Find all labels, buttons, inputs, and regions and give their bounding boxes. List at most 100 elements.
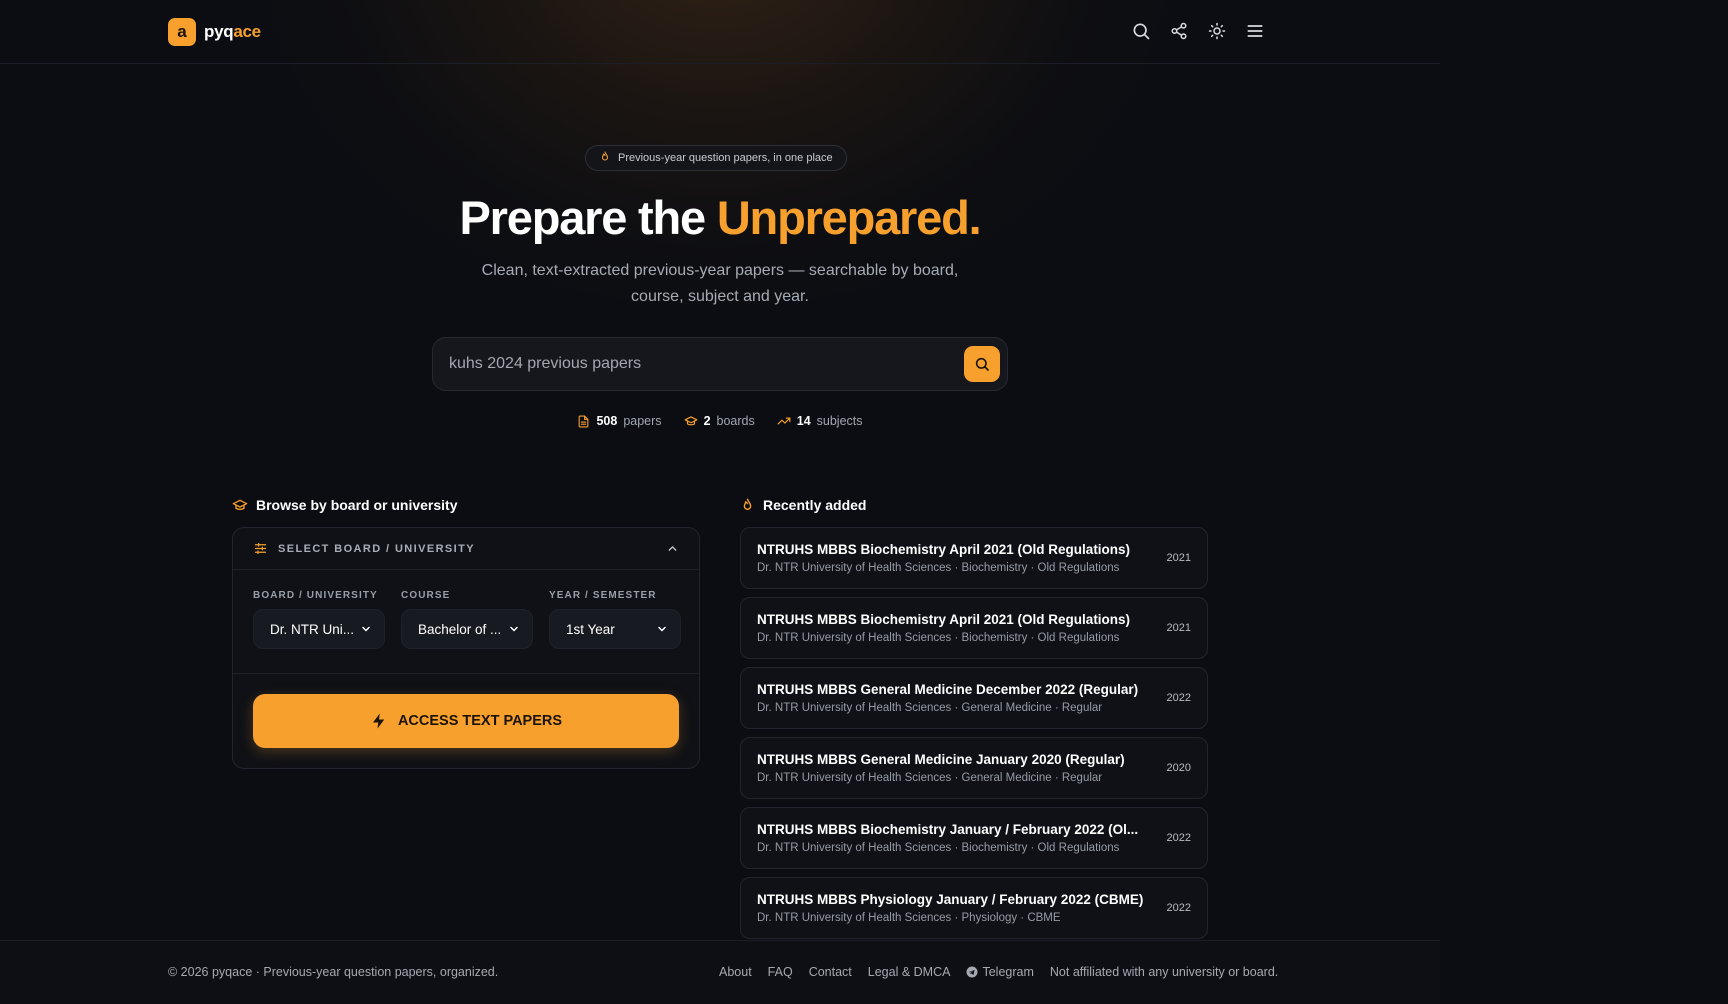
panel-toggle[interactable]: SELECT BOARD / UNIVERSITY <box>233 528 699 570</box>
recent-item-subtitle: Dr. NTR University of Health Sciences · … <box>757 842 1120 854</box>
access-text-papers-button[interactable]: ACCESS TEXT PAPERS <box>253 694 679 748</box>
recent-item-year: 2021 <box>1166 622 1191 634</box>
footer-link-about[interactable]: About <box>719 965 752 979</box>
recent-item[interactable]: NTRUHS MBBS Physiology January / Februar… <box>740 877 1208 939</box>
recent-item-subtitle: Dr. NTR University of Health Sciences · … <box>757 912 1061 924</box>
board-label: BOARD / UNIVERSITY <box>253 590 378 601</box>
stat-subjects: 14 subjects <box>777 414 863 428</box>
document-icon <box>577 415 590 428</box>
share-icon[interactable] <box>1168 20 1190 42</box>
stat-papers: 508 papers <box>577 414 662 428</box>
telegram-label: Telegram <box>982 965 1034 979</box>
recent-item-year: 2021 <box>1166 552 1191 564</box>
search-icon <box>975 357 989 371</box>
recent-item-subtitle: Dr. NTR University of Health Sciences · … <box>757 702 1103 714</box>
flame-icon <box>740 498 755 513</box>
sun-icon[interactable] <box>1206 20 1228 42</box>
tagline-pill: Previous-year question papers, in one pl… <box>585 145 847 171</box>
stat-boards-count: 2 <box>703 414 711 428</box>
search-bar <box>432 337 1008 391</box>
tagline-text: Previous-year question papers, in one pl… <box>618 152 833 164</box>
board-field: BOARD / UNIVERSITY Dr. NTR Uni... <box>253 590 385 649</box>
course-field: COURSE Bachelor of ... <box>401 590 533 649</box>
footer-link-contact[interactable]: Contact <box>809 965 852 979</box>
browse-heading-text: Browse by board or university <box>256 497 458 513</box>
year-label: YEAR / SEMESTER <box>549 590 657 601</box>
recent-item-title: NTRUHS MBBS Biochemistry January / Febru… <box>757 822 1139 837</box>
graduation-cap-icon <box>232 497 248 513</box>
hero-subtitle: Clean, text-extracted previous-year pape… <box>481 262 959 305</box>
year-value: 1st Year <box>566 621 615 637</box>
footer: © 2026 pyqace · Previous-year question p… <box>0 940 1440 1004</box>
hero-title-main: Prepare the <box>459 191 717 244</box>
chevron-down-icon <box>510 626 518 632</box>
recent-item[interactable]: NTRUHS MBBS Biochemistry April 2021 (Old… <box>740 527 1208 589</box>
stat-subjects-count: 14 <box>796 414 811 428</box>
recent-heading: Recently added <box>740 497 866 513</box>
access-text-papers-label: ACCESS TEXT PAPERS <box>397 713 563 729</box>
search-button[interactable] <box>964 346 1000 382</box>
flame-icon <box>599 150 611 166</box>
stats-row: 508 papers 2 boards 14 subjects <box>0 414 1440 428</box>
menu-icon[interactable] <box>1244 20 1266 42</box>
stat-boards-label: boards <box>716 414 755 428</box>
page: a pyqace Previous-year question papers, … <box>0 0 1440 1004</box>
recent-item-title: NTRUHS MBBS Biochemistry April 2021 (Old… <box>757 542 1131 557</box>
hero-title: Prepare the Unprepared. <box>0 190 1440 245</box>
recent-list: NTRUHS MBBS Biochemistry April 2021 (Old… <box>740 527 1208 947</box>
browse-heading: Browse by board or university <box>232 497 458 513</box>
recent-item[interactable]: NTRUHS MBBS General Medicine January 202… <box>740 737 1208 799</box>
recent-item-year: 2022 <box>1166 832 1191 844</box>
top-header: a pyqace <box>0 0 1440 64</box>
recent-item-title: NTRUHS MBBS General Medicine January 202… <box>757 752 1125 767</box>
board-select[interactable]: Dr. NTR Uni... <box>253 609 385 649</box>
recent-item[interactable]: NTRUHS MBBS Biochemistry January / Febru… <box>740 807 1208 869</box>
stat-subjects-label: subjects <box>816 414 863 428</box>
chevron-up-icon <box>666 542 679 560</box>
footer-link-faq[interactable]: FAQ <box>768 965 793 979</box>
recent-item[interactable]: NTRUHS MBBS Biochemistry April 2021 (Old… <box>740 597 1208 659</box>
chevron-down-icon <box>362 626 370 632</box>
panel-title: SELECT BOARD / UNIVERSITY <box>278 542 475 555</box>
telegram-icon <box>966 966 978 978</box>
search-input[interactable] <box>449 338 929 390</box>
stat-papers-count: 508 <box>596 414 618 428</box>
logo-mark: a <box>168 18 196 46</box>
brand-logo[interactable]: a pyqace <box>168 18 261 46</box>
recent-item[interactable]: NTRUHS MBBS General Medicine December 20… <box>740 667 1208 729</box>
recent-item-year: 2022 <box>1166 902 1191 914</box>
brand-name-part1: pyq <box>204 22 234 41</box>
year-field: YEAR / SEMESTER 1st Year <box>549 590 681 649</box>
year-select[interactable]: 1st Year <box>549 609 681 649</box>
recent-item-year: 2022 <box>1166 692 1191 704</box>
footer-links: About FAQ Contact Legal & DMCA Telegram … <box>719 965 1278 979</box>
recent-item-subtitle: Dr. NTR University of Health Sciences · … <box>757 632 1120 644</box>
search-icon[interactable] <box>1130 20 1152 42</box>
recent-item-year: 2020 <box>1166 762 1191 774</box>
brand-name: pyqace <box>204 22 261 42</box>
trending-up-icon <box>777 414 791 428</box>
hero-title-accent: Unprepared. <box>716 191 982 244</box>
recent-item-title: NTRUHS MBBS General Medicine December 20… <box>757 682 1139 697</box>
stat-boards: 2 boards <box>684 414 755 428</box>
course-value: Bachelor of ... <box>418 621 502 637</box>
course-label: COURSE <box>401 590 451 601</box>
lightning-icon <box>372 713 385 729</box>
footer-link-legal[interactable]: Legal & DMCA <box>868 965 951 979</box>
board-value: Dr. NTR Uni... <box>270 621 355 637</box>
sliders-icon <box>253 541 268 556</box>
header-actions <box>1130 20 1266 42</box>
recent-item-subtitle: Dr. NTR University of Health Sciences · … <box>757 562 1120 574</box>
recent-item-title: NTRUHS MBBS Biochemistry April 2021 (Old… <box>757 612 1131 627</box>
recent-item-title: NTRUHS MBBS Physiology January / Februar… <box>757 892 1144 907</box>
selector-fields: BOARD / UNIVERSITY Dr. NTR Uni... COURSE… <box>253 590 681 649</box>
recent-heading-text: Recently added <box>763 497 867 513</box>
footer-link-telegram[interactable]: Telegram <box>966 965 1034 979</box>
graduation-cap-icon <box>684 414 698 428</box>
brand-name-part2: ace <box>233 22 261 41</box>
course-select[interactable]: Bachelor of ... <box>401 609 533 649</box>
footer-disclaimer: Not affiliated with any university or bo… <box>1049 965 1279 979</box>
chevron-down-icon <box>658 626 666 632</box>
recent-item-subtitle: Dr. NTR University of Health Sciences · … <box>757 772 1103 784</box>
stat-papers-label: papers <box>623 414 662 428</box>
